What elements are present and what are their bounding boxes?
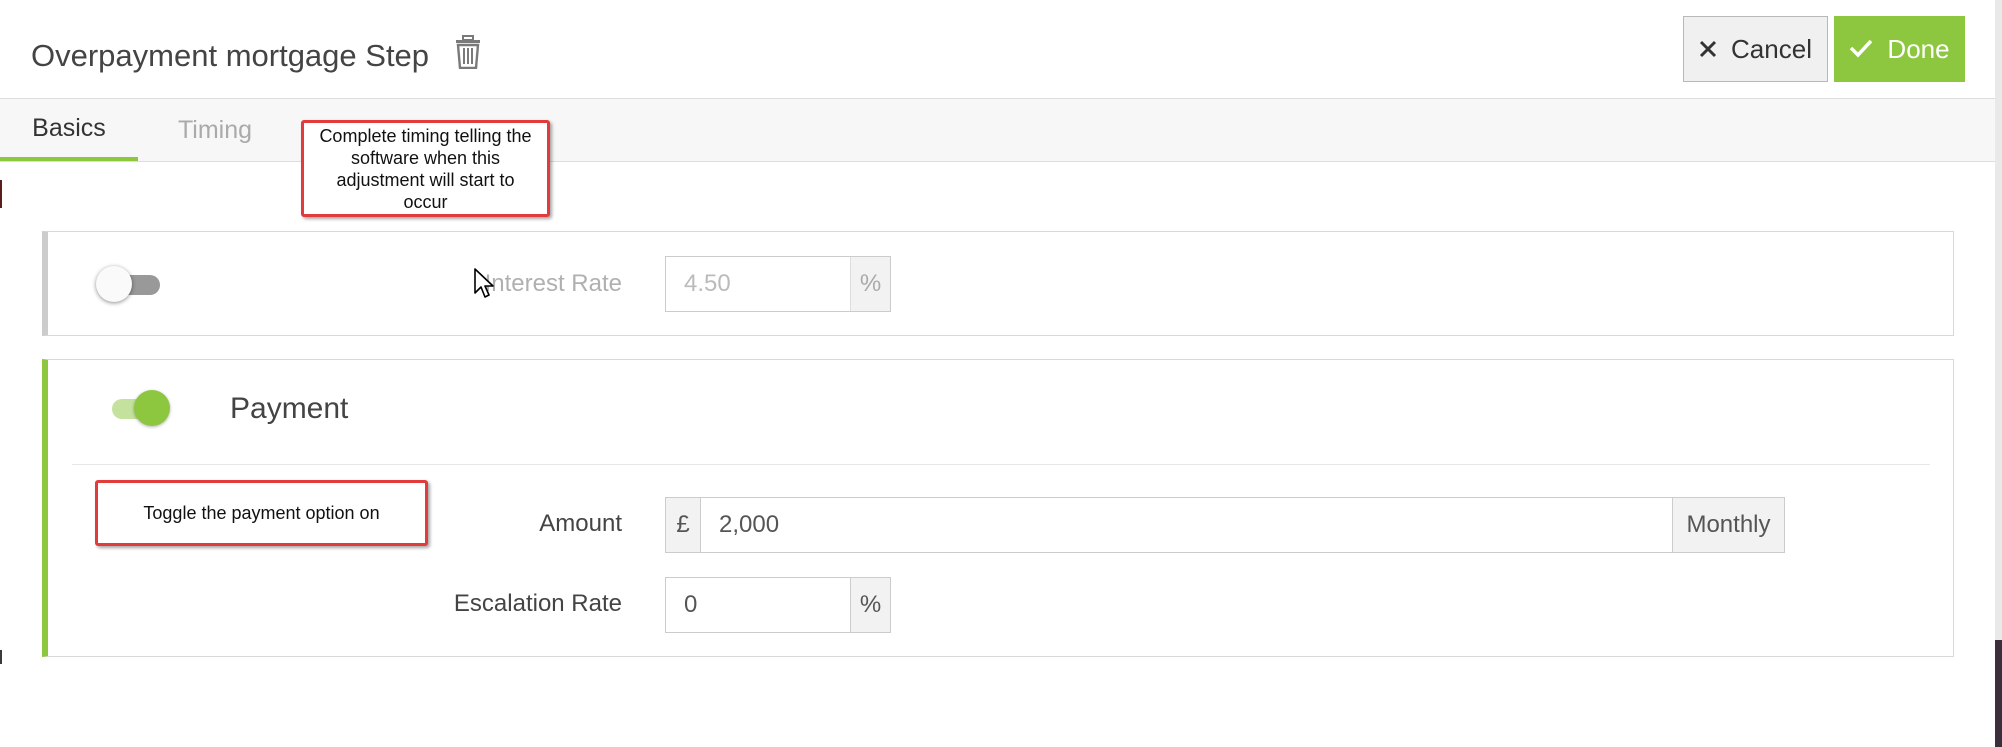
tab-timing[interactable]: Timing xyxy=(160,99,270,161)
done-button[interactable]: Done xyxy=(1834,16,1965,82)
close-icon xyxy=(1699,34,1717,65)
done-label: Done xyxy=(1887,33,1950,64)
percent-addon: % xyxy=(850,578,890,632)
cancel-label: Cancel xyxy=(1731,33,1812,64)
interest-rate-label: Interest Rate xyxy=(484,270,622,297)
background-window-strip xyxy=(0,180,2,208)
window-edge xyxy=(1995,0,2002,747)
escalation-rate-input-group: % xyxy=(665,577,891,633)
payment-divider xyxy=(72,464,1930,465)
percent-addon: % xyxy=(850,257,890,311)
interest-rate-input[interactable] xyxy=(666,257,850,311)
escalation-rate-label: Escalation Rate xyxy=(453,590,622,617)
tab-bar: Basics Timing xyxy=(0,98,1995,162)
toggle-knob xyxy=(96,266,132,302)
background-window-strip xyxy=(0,650,2,664)
cancel-button[interactable]: Cancel xyxy=(1683,16,1828,82)
payment-toggle[interactable] xyxy=(104,386,174,426)
currency-addon: £ xyxy=(666,498,701,552)
timing-annotation: Complete timing telling the software whe… xyxy=(301,120,550,217)
amount-input[interactable] xyxy=(701,498,1672,552)
interest-rate-panel xyxy=(42,231,1954,336)
mouse-cursor-icon xyxy=(474,268,496,300)
trash-icon[interactable] xyxy=(455,35,481,70)
interest-rate-input-group: % xyxy=(665,256,891,312)
check-icon xyxy=(1849,34,1873,65)
frequency-addon[interactable]: Monthly xyxy=(1672,498,1784,552)
tab-basics[interactable]: Basics xyxy=(0,99,138,161)
payment-annotation: Toggle the payment option on xyxy=(95,480,428,546)
amount-label: Amount xyxy=(539,510,622,537)
step-title: Overpayment mortgage Step xyxy=(31,38,430,73)
background-window-strip xyxy=(1995,640,2002,747)
payment-title: Payment xyxy=(230,392,349,425)
interest-rate-toggle[interactable] xyxy=(96,262,166,302)
toggle-knob xyxy=(134,390,170,426)
escalation-rate-input[interactable] xyxy=(666,578,850,632)
amount-input-group: £ Monthly xyxy=(665,497,1785,553)
